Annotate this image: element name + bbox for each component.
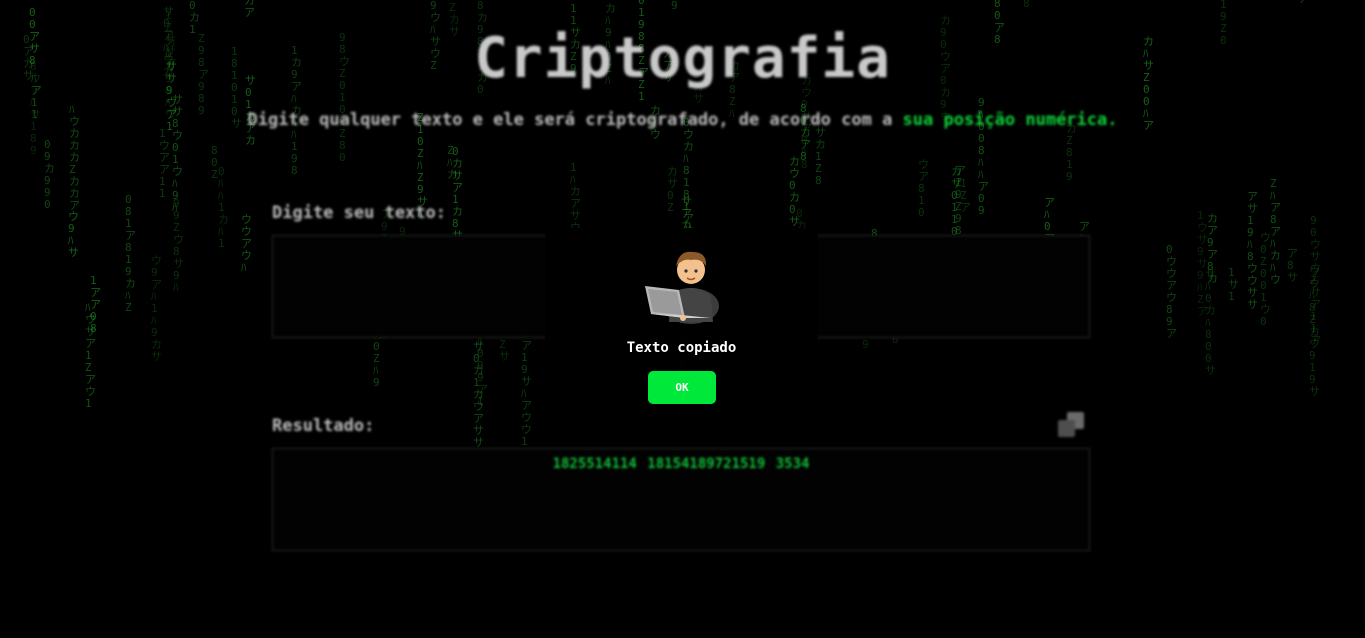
subtitle-highlight: sua posição numérica. <box>902 110 1118 130</box>
input-label: Digite seu texto: <box>272 203 446 223</box>
result-label: Resultado: <box>272 416 375 436</box>
technologist-emoji-icon <box>645 251 719 324</box>
copy-icon[interactable] <box>1058 412 1086 440</box>
alert-message: Texto copiado <box>626 340 737 356</box>
subtitle-text: Digite qualquer texto e ele será criptog… <box>247 110 903 130</box>
page-title: Criptografia <box>474 26 891 91</box>
ok-button[interactable]: OK <box>648 371 716 404</box>
page-subtitle: Digite qualquer texto e ele será criptog… <box>0 110 1365 130</box>
copied-alert-dialog: Texto copiado OK <box>545 228 818 418</box>
result-output: 1825514114 18154189721519 3534 <box>272 448 1090 551</box>
result-text: 1825514114 18154189721519 3534 <box>552 456 810 472</box>
